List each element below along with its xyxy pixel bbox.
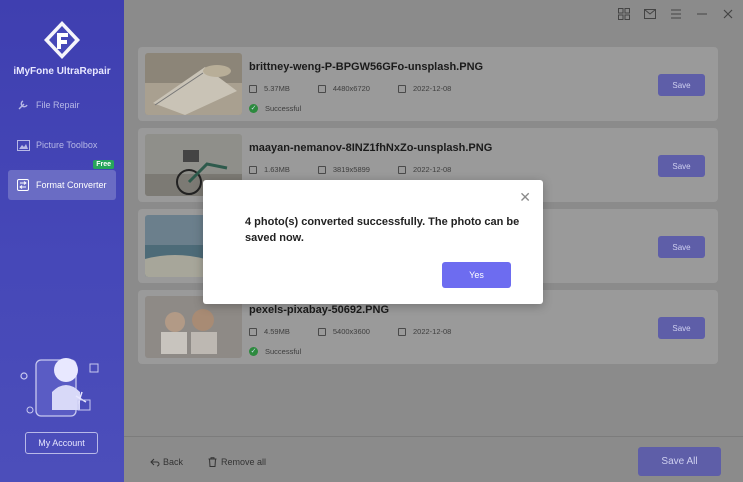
my-account-button[interactable]: My Account [25,432,98,454]
window-controls [617,7,735,21]
file-status: ✓ Successful [249,347,301,356]
menu-icon[interactable] [669,7,683,21]
picture-icon [16,139,30,151]
phone-illustration-icon [20,358,99,417]
dialog-message: 4 photo(s) converted successfully. The p… [245,216,520,244]
file-meta: 1.63MB 3819x5899 2022-12-08 [249,165,479,174]
file-size: 4.59MB [264,327,290,336]
sidebar-item-picture-toolbox[interactable]: Picture Toolbox [8,130,116,160]
app-logo-icon [44,21,80,59]
dimensions-icon [317,327,326,336]
calendar-icon [397,327,406,336]
file-date: 2022-12-08 [412,327,452,336]
free-badge: Free [93,160,114,169]
dimensions-icon [317,165,326,174]
save-button[interactable]: Save [658,236,705,258]
status-text: Successful [265,347,302,356]
file-size: 1.63MB [264,165,290,174]
sidebar-item-label: File Repair [36,100,80,110]
file-size-icon [249,327,257,336]
file-size-icon [249,84,257,93]
back-button[interactable]: Back [150,457,183,467]
dimensions-icon [317,84,326,93]
file-dimensions: 5400x3600 [332,327,370,336]
back-arrow-icon [150,458,160,466]
sidebar-item-label: Picture Toolbox [36,140,98,150]
file-meta: 4.59MB 5400x3600 2022-12-08 [249,327,479,336]
file-thumbnail [145,53,242,115]
grid-icon[interactable] [617,7,631,21]
success-check-icon: ✓ [249,104,258,113]
close-icon[interactable]: ✕ [519,190,531,204]
save-button[interactable]: Save [658,317,705,339]
remove-all-button[interactable]: Remove all [208,457,266,467]
calendar-icon [397,84,406,93]
remove-all-label: Remove all [221,457,267,467]
convert-icon [16,179,30,191]
wrench-icon [16,99,30,111]
file-status: ✓ Successful [249,104,301,113]
sidebar-item-format-converter[interactable]: Format Converter Free [8,160,116,200]
file-name: pexels-pixabay-50692.PNG [249,304,390,316]
back-label: Back [163,457,184,467]
file-size-icon [249,165,257,174]
file-thumbnail [145,296,242,358]
yes-button[interactable]: Yes [442,262,511,288]
close-window-icon[interactable] [721,7,735,21]
sidebar-item-label: Format Converter [36,180,107,190]
save-button[interactable]: Save [658,155,705,177]
file-name: maayan-nemanov-8INZ1fhNxZo-unsplash.PNG [249,142,493,154]
file-dimensions: 4480x6720 [332,84,370,93]
save-button[interactable]: Save [658,74,705,96]
file-size: 5.37MB [264,84,290,93]
trash-icon [208,457,217,467]
conversion-success-dialog: ✕ 4 photo(s) converted successfully. The… [203,180,543,304]
file-meta: 5.37MB 4480x6720 2022-12-08 [249,84,479,93]
file-date: 2022-12-08 [412,165,452,174]
file-name: brittney-weng-P-BPGW56GFo-unsplash.PNG [249,61,484,73]
save-all-button[interactable]: Save All [638,447,721,476]
file-card: brittney-weng-P-BPGW56GFo-unsplash.PNG 5… [138,47,718,121]
mail-icon[interactable] [643,7,657,21]
app-brand: iMyFone UltraRepair [13,66,111,77]
success-check-icon: ✓ [249,347,258,356]
bottom-bar: Back Remove all Save All [124,436,743,482]
file-dimensions: 3819x5899 [332,165,370,174]
status-text: Successful [265,104,302,113]
minimize-icon[interactable] [695,7,709,21]
sidebar-item-file-repair[interactable]: File Repair [8,90,116,120]
calendar-icon [397,165,406,174]
file-date: 2022-12-08 [412,84,452,93]
sidebar: iMyFone UltraRepair File Repair Picture … [0,0,124,482]
